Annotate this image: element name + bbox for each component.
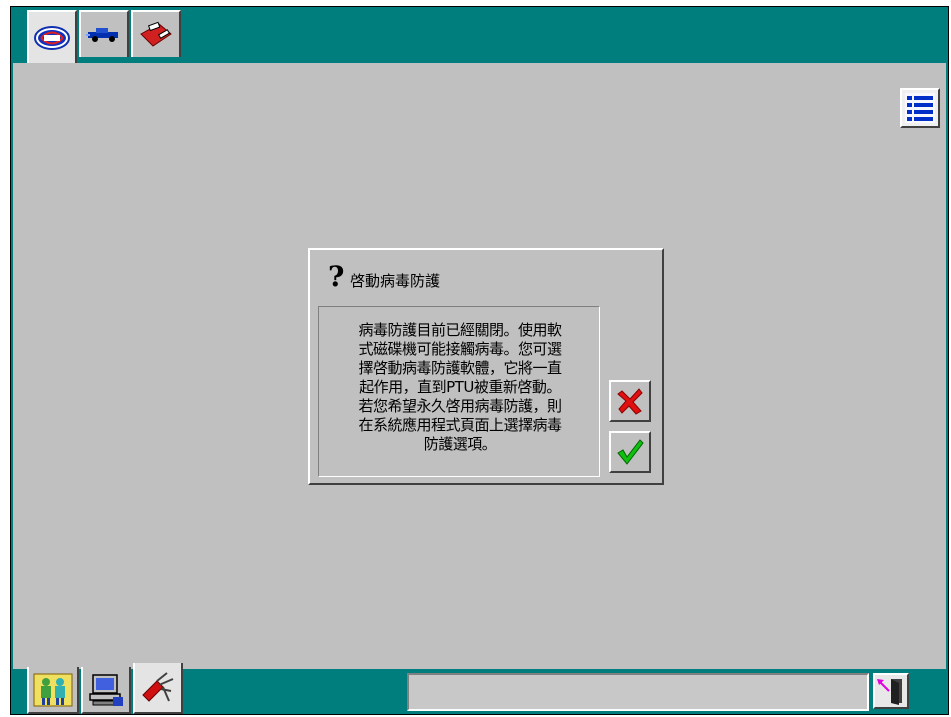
tab-computer[interactable] bbox=[81, 667, 131, 714]
dialog-title: 啓動病毒防護 bbox=[350, 272, 441, 290]
toolbox-icon bbox=[140, 21, 172, 47]
vehicle-icon bbox=[86, 27, 118, 42]
main-workspace: ? 啓動病毒防護 病毒防護目前已經關閉。使用軟 式磁碟機可能接觸病毒。您可選 擇… bbox=[13, 63, 946, 669]
list-icon bbox=[905, 93, 935, 123]
tab-vds[interactable] bbox=[27, 10, 77, 64]
multitool-icon bbox=[142, 671, 174, 702]
application-frame: ? 啓動病毒防護 病毒防護目前已經關閉。使用軟 式磁碟機可能接觸病毒。您可選 擇… bbox=[10, 6, 949, 715]
tab-vehicle[interactable] bbox=[79, 10, 129, 57]
list-button[interactable] bbox=[900, 88, 940, 128]
vds-logo-icon bbox=[34, 26, 70, 50]
antivirus-dialog: ? 啓動病毒防護 病毒防護目前已經關閉。使用軟 式磁碟機可能接觸病毒。您可選 擇… bbox=[308, 248, 664, 485]
computer-icon bbox=[89, 673, 123, 706]
tab-toolbox[interactable] bbox=[131, 10, 181, 57]
red-x-icon bbox=[617, 388, 643, 415]
exit-button[interactable] bbox=[873, 673, 909, 709]
exit-door-icon bbox=[877, 679, 902, 705]
dialog-message: 病毒防護目前已經關閉。使用軟 式磁碟機可能接觸病毒。您可選 擇啓動病毒防護軟體，… bbox=[358, 321, 562, 453]
cancel-button[interactable] bbox=[609, 380, 651, 422]
ok-button[interactable] bbox=[609, 431, 651, 473]
users-icon bbox=[33, 673, 73, 706]
tab-users[interactable] bbox=[27, 667, 79, 714]
tab-multitool[interactable] bbox=[133, 663, 183, 714]
message-panel: 病毒防護目前已經關閉。使用軟 式磁碟機可能接觸病毒。您可選 擇啓動病毒防護軟體，… bbox=[318, 306, 600, 477]
green-check-icon bbox=[617, 439, 644, 465]
question-icon: ? bbox=[328, 260, 345, 293]
status-field bbox=[407, 673, 869, 711]
